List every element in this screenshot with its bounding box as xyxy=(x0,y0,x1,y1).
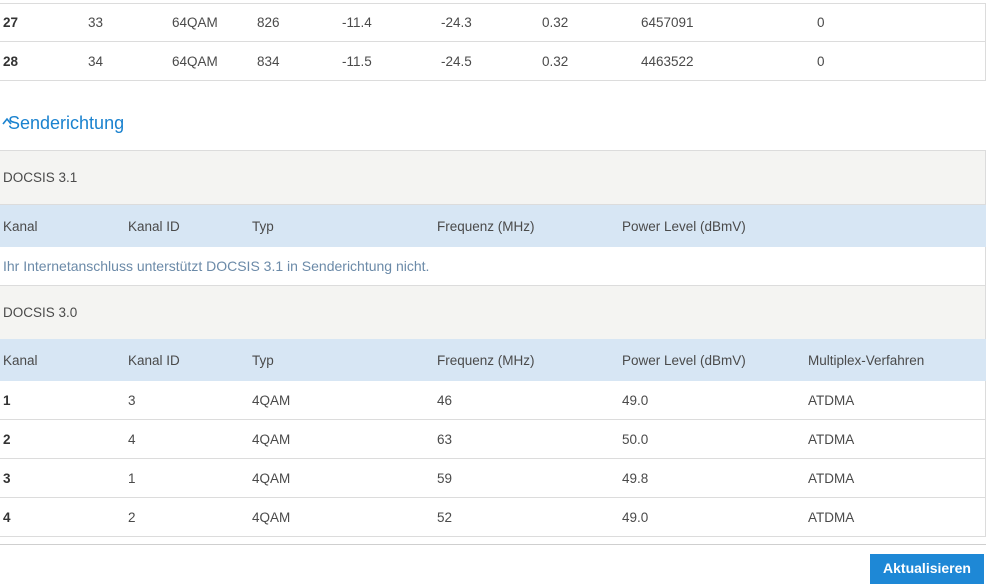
cell-kanal: 3 xyxy=(3,470,11,486)
col-typ: Typ xyxy=(252,218,274,234)
cell-kanal-id: 1 xyxy=(128,470,136,486)
cell-typ: 4QAM xyxy=(252,509,291,525)
cell-kanal-id: 3 xyxy=(128,392,136,408)
col-kanal-id: Kanal ID xyxy=(128,218,180,234)
cell-frequenz: 63 xyxy=(437,431,453,447)
cell-kanal-id: 34 xyxy=(88,53,104,69)
cell-power: -11.5 xyxy=(342,53,372,69)
cell-mse: -24.3 xyxy=(441,15,472,30)
docsis31-label: DOCSIS 3.1 xyxy=(3,170,78,185)
cell-modulation: 64QAM xyxy=(172,53,218,69)
table-row: 3 1 4QAM 59 49.8 ATDMA xyxy=(0,459,986,498)
cell-kanal-id: 33 xyxy=(88,15,104,30)
table-row: 2 4 4QAM 63 50.0 ATDMA xyxy=(0,420,986,459)
cell-power-level: 50.0 xyxy=(622,431,649,447)
cell-kanal: 1 xyxy=(3,392,11,408)
cell-multiplex: ATDMA xyxy=(808,431,855,447)
cell-frequency: 826 xyxy=(257,15,280,30)
section-title: Senderichtung xyxy=(8,112,125,133)
cell-power-level: 49.0 xyxy=(622,509,649,525)
cell-multiplex: ATDMA xyxy=(808,509,855,525)
col-frequenz: Frequenz (MHz) xyxy=(437,352,535,368)
table-row: 1 3 4QAM 46 49.0 ATDMA xyxy=(0,381,986,420)
cell-frequenz: 52 xyxy=(437,509,453,525)
section-heading-upstream[interactable]: Senderichtung xyxy=(0,108,124,138)
cell-latency: 0.32 xyxy=(542,53,569,69)
docsis31-table-header: Kanal Kanal ID Typ Frequenz (MHz) Power … xyxy=(0,205,986,247)
cell-kanal: 4 xyxy=(3,509,11,525)
cell-multiplex: ATDMA xyxy=(808,392,855,408)
cell-uncorrectable: 0 xyxy=(817,15,825,30)
cell-power: -11.4 xyxy=(342,15,372,30)
cell-corrected: 6457091 xyxy=(641,15,694,30)
cell-power-level: 49.0 xyxy=(622,392,649,408)
refresh-button[interactable]: Aktualisieren xyxy=(870,554,984,584)
cell-typ: 4QAM xyxy=(252,470,291,486)
docsis30-table-header: Kanal Kanal ID Typ Frequenz (MHz) Power … xyxy=(0,339,986,381)
cell-typ: 4QAM xyxy=(252,392,291,408)
divider xyxy=(0,544,986,545)
downstream-row: 28 34 64QAM 834 -11.5 -24.5 0.32 4463522… xyxy=(0,42,986,81)
cell-power-level: 49.8 xyxy=(622,470,649,486)
cell-typ: 4QAM xyxy=(252,431,291,447)
cell-kanal: 28 xyxy=(3,53,19,69)
cell-frequenz: 59 xyxy=(437,470,453,486)
col-kanal: Kanal xyxy=(3,352,38,368)
docsis30-group-header: DOCSIS 3.0 xyxy=(0,285,986,340)
docsis31-unsupported-message: Ihr Internetanschluss unterstützt DOCSIS… xyxy=(0,247,986,285)
col-multiplex: Multiplex-Verfahren xyxy=(808,352,925,368)
downstream-row: 27 33 64QAM 826 -11.4 -24.3 0.32 6457091… xyxy=(0,3,986,42)
col-frequenz: Frequenz (MHz) xyxy=(437,218,535,234)
cell-kanal-id: 2 xyxy=(128,509,136,525)
cell-multiplex: ATDMA xyxy=(808,470,855,486)
col-kanal: Kanal xyxy=(3,218,38,234)
cell-modulation: 64QAM xyxy=(172,15,218,30)
cell-frequency: 834 xyxy=(257,53,280,69)
col-power-level: Power Level (dBmV) xyxy=(622,352,746,368)
docsis30-label: DOCSIS 3.0 xyxy=(3,305,78,320)
cell-uncorrectable: 0 xyxy=(817,53,825,69)
table-row: 4 2 4QAM 52 49.0 ATDMA xyxy=(0,498,986,537)
docsis31-group-header: DOCSIS 3.1 xyxy=(0,150,986,205)
cell-kanal: 2 xyxy=(3,431,11,447)
col-power-level: Power Level (dBmV) xyxy=(622,218,746,234)
cell-kanal-id: 4 xyxy=(128,431,136,447)
cell-frequenz: 46 xyxy=(437,392,453,408)
cell-latency: 0.32 xyxy=(542,15,569,30)
cell-corrected: 4463522 xyxy=(641,53,694,69)
col-kanal-id: Kanal ID xyxy=(128,352,180,368)
col-typ: Typ xyxy=(252,352,274,368)
cell-kanal: 27 xyxy=(3,15,19,30)
cell-mse: -24.5 xyxy=(441,53,472,69)
